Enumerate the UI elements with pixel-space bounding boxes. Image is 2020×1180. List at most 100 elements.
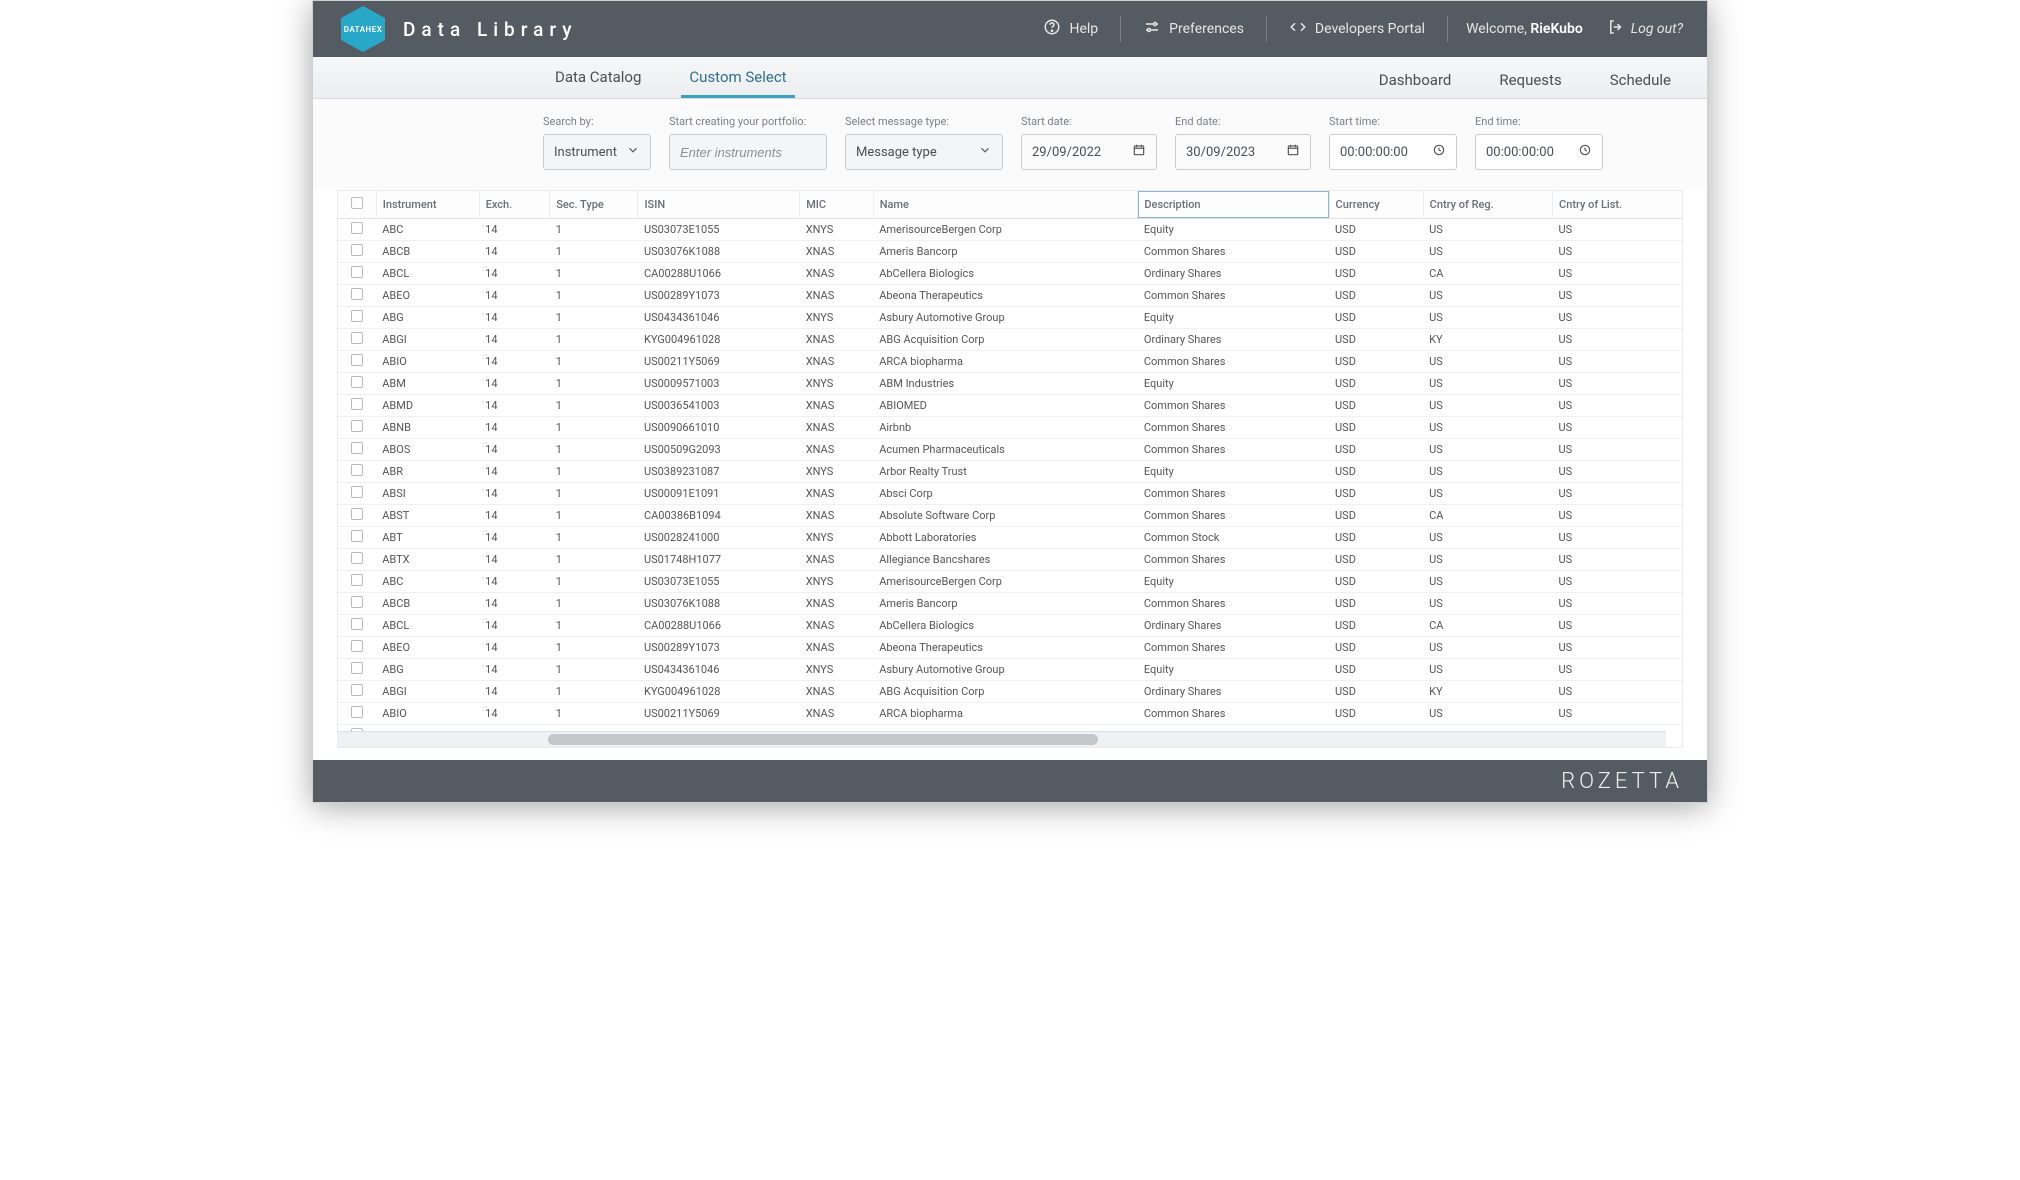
col-isin[interactable]: ISIN — [638, 191, 800, 219]
checkbox-icon[interactable] — [351, 684, 363, 696]
table-row[interactable]: ABGI141KYG004961028XNASABG Acquisition C… — [338, 329, 1682, 351]
table-row[interactable]: ABST141CA00386B1094XNASAbsolute Software… — [338, 505, 1682, 527]
instruments-input-wrap[interactable] — [669, 134, 827, 170]
checkbox-icon[interactable] — [351, 486, 363, 498]
table-row[interactable]: ABR141US0389231087XNYSArbor Realty Trust… — [338, 461, 1682, 483]
checkbox-icon[interactable] — [351, 508, 363, 520]
checkbox-icon[interactable] — [351, 244, 363, 256]
row-checkbox-cell[interactable] — [338, 681, 376, 703]
checkbox-icon[interactable] — [351, 332, 363, 344]
row-checkbox-cell[interactable] — [338, 505, 376, 527]
row-checkbox-cell[interactable] — [338, 615, 376, 637]
table-row[interactable]: ABSI141US00091E1091XNASAbsci CorpCommon … — [338, 483, 1682, 505]
checkbox-icon[interactable] — [351, 197, 363, 209]
tab-schedule[interactable]: Schedule — [1602, 61, 1679, 98]
checkbox-icon[interactable] — [351, 398, 363, 410]
table-row[interactable]: ABCB141US03076K1088XNASAmeris BancorpCom… — [338, 241, 1682, 263]
table-row[interactable]: ABGI141KYG004961028XNASABG Acquisition C… — [338, 681, 1682, 703]
table-row[interactable]: ABG141US0434361046XNYSAsbury Automotive … — [338, 307, 1682, 329]
row-checkbox-cell[interactable] — [338, 417, 376, 439]
select-all-header[interactable] — [338, 191, 376, 219]
table-row[interactable]: ABNB141US0090661010XNASAirbnbCommon Shar… — [338, 417, 1682, 439]
checkbox-icon[interactable] — [351, 354, 363, 366]
table-row[interactable]: ABC141US03073E1055XNYSAmerisourceBergen … — [338, 219, 1682, 241]
row-checkbox-cell[interactable] — [338, 307, 376, 329]
tab-custom-select[interactable]: Custom Select — [681, 58, 794, 98]
row-checkbox-cell[interactable] — [338, 659, 376, 681]
start-time-input[interactable]: 00:00:00:00 — [1329, 134, 1457, 170]
table-row[interactable]: ABCB141US03076K1088XNASAmeris BancorpCom… — [338, 593, 1682, 615]
row-checkbox-cell[interactable] — [338, 285, 376, 307]
msg-type-select[interactable]: Message type — [845, 134, 1003, 170]
horizontal-scrollbar[interactable] — [338, 731, 1666, 747]
table-row[interactable]: ABTX141US01748H1077XNASAllegiance Bancsh… — [338, 549, 1682, 571]
table-row[interactable]: ABCL141CA00288U1066XNASAbCellera Biologi… — [338, 615, 1682, 637]
row-checkbox-cell[interactable] — [338, 703, 376, 725]
table-row[interactable]: ABG141US0434361046XNYSAsbury Automotive … — [338, 659, 1682, 681]
row-checkbox-cell[interactable] — [338, 439, 376, 461]
col-exch-[interactable]: Exch. — [479, 191, 550, 219]
table-row[interactable]: ABC141US03073E1055XNYSAmerisourceBergen … — [338, 571, 1682, 593]
checkbox-icon[interactable] — [351, 552, 363, 564]
col-instrument[interactable]: Instrument — [376, 191, 479, 219]
checkbox-icon[interactable] — [351, 640, 363, 652]
tab-dashboard[interactable]: Dashboard — [1371, 61, 1460, 98]
checkbox-icon[interactable] — [351, 442, 363, 454]
table-row[interactable]: ABMD141US0036541003XNASABIOMEDCommon Sha… — [338, 395, 1682, 417]
col-sec-type[interactable]: Sec. Type — [550, 191, 638, 219]
checkbox-icon[interactable] — [351, 596, 363, 608]
table-row[interactable]: ABM141US0009571003XNYSABM IndustriesEqui… — [338, 373, 1682, 395]
row-checkbox-cell[interactable] — [338, 483, 376, 505]
table-row[interactable]: ABEO141US00289Y1073XNASAbeona Therapeuti… — [338, 285, 1682, 307]
results-table-scroll[interactable]: InstrumentExch.Sec. TypeISINMICNameDescr… — [338, 191, 1682, 731]
tab-data-catalog[interactable]: Data Catalog — [547, 58, 649, 98]
checkbox-icon[interactable] — [351, 706, 363, 718]
instruments-input[interactable] — [680, 145, 816, 160]
checkbox-icon[interactable] — [351, 464, 363, 476]
start-date-input[interactable]: 29/09/2022 — [1021, 134, 1157, 170]
row-checkbox-cell[interactable] — [338, 241, 376, 263]
checkbox-icon[interactable] — [351, 618, 363, 630]
developers-link[interactable]: Developers Portal — [1267, 11, 1447, 47]
table-row[interactable]: ABT141US0028241000XNYSAbbott Laboratorie… — [338, 527, 1682, 549]
col-currency[interactable]: Currency — [1329, 191, 1423, 219]
table-row[interactable]: ABEO141US00289Y1073XNASAbeona Therapeuti… — [338, 637, 1682, 659]
row-checkbox-cell[interactable] — [338, 527, 376, 549]
row-checkbox-cell[interactable] — [338, 329, 376, 351]
table-row[interactable]: ABOS141US00509G2093XNASAcumen Pharmaceut… — [338, 439, 1682, 461]
end-time-input[interactable]: 00:00:00:00 — [1475, 134, 1603, 170]
row-checkbox-cell[interactable] — [338, 593, 376, 615]
checkbox-icon[interactable] — [351, 376, 363, 388]
end-date-input[interactable]: 30/09/2023 — [1175, 134, 1311, 170]
checkbox-icon[interactable] — [351, 266, 363, 278]
checkbox-icon[interactable] — [351, 288, 363, 300]
row-checkbox-cell[interactable] — [338, 351, 376, 373]
row-checkbox-cell[interactable] — [338, 637, 376, 659]
checkbox-icon[interactable] — [351, 222, 363, 234]
scrollbar-thumb[interactable] — [548, 734, 1098, 745]
logout-link[interactable]: Log out? — [1601, 18, 1683, 40]
checkbox-icon[interactable] — [351, 574, 363, 586]
search-by-select[interactable]: Instrument — [543, 134, 651, 170]
checkbox-icon[interactable] — [351, 662, 363, 674]
col-name[interactable]: Name — [873, 191, 1138, 219]
row-checkbox-cell[interactable] — [338, 395, 376, 417]
row-checkbox-cell[interactable] — [338, 263, 376, 285]
checkbox-icon[interactable] — [351, 420, 363, 432]
table-row[interactable]: ABIO141US00211Y5069XNASARCA biopharmaCom… — [338, 703, 1682, 725]
table-row[interactable]: ABCL141CA00288U1066XNASAbCellera Biologi… — [338, 263, 1682, 285]
preferences-link[interactable]: Preferences — [1121, 11, 1266, 47]
row-checkbox-cell[interactable] — [338, 461, 376, 483]
row-checkbox-cell[interactable] — [338, 219, 376, 241]
tab-requests[interactable]: Requests — [1491, 61, 1569, 98]
help-link[interactable]: Help — [1021, 11, 1120, 47]
checkbox-icon[interactable] — [351, 310, 363, 322]
col-description[interactable]: Description — [1138, 191, 1329, 219]
row-checkbox-cell[interactable] — [338, 373, 376, 395]
col-cntry-of-reg-[interactable]: Cntry of Reg. — [1423, 191, 1552, 219]
col-mic[interactable]: MIC — [800, 191, 874, 219]
table-row[interactable]: ABIO141US00211Y5069XNASARCA biopharmaCom… — [338, 351, 1682, 373]
checkbox-icon[interactable] — [351, 530, 363, 542]
row-checkbox-cell[interactable] — [338, 549, 376, 571]
row-checkbox-cell[interactable] — [338, 571, 376, 593]
